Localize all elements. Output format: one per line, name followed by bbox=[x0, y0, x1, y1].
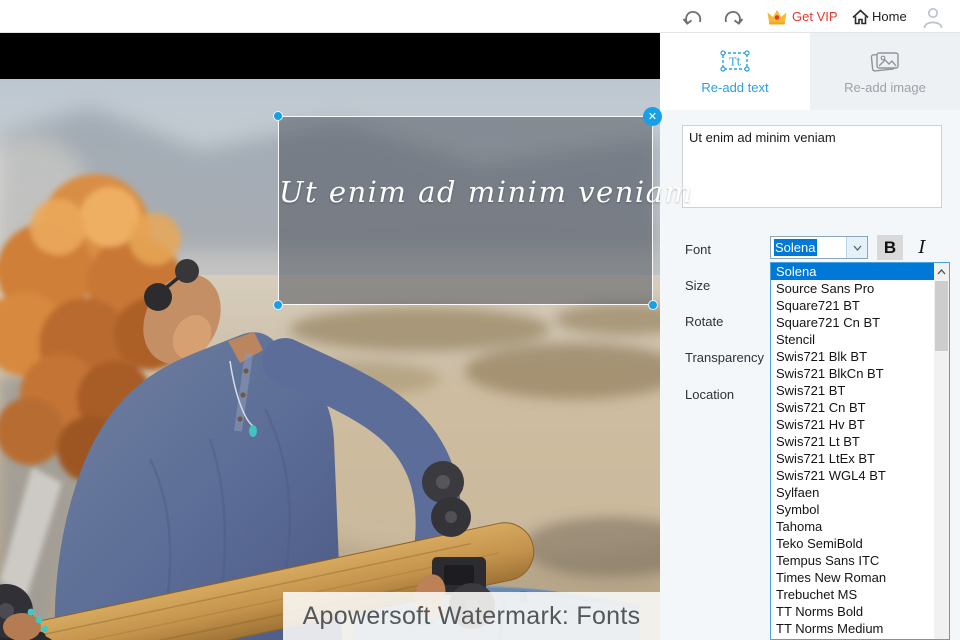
image-watermark-icon bbox=[869, 49, 901, 73]
watermark-close-button[interactable]: ✕ bbox=[643, 107, 662, 126]
tab-readd-text[interactable]: Tt Re-add text bbox=[660, 33, 810, 110]
font-option[interactable]: Trebuchet MS bbox=[771, 586, 934, 603]
font-option[interactable]: Tempus Sans ITC bbox=[771, 552, 934, 569]
font-option[interactable]: Square721 Cn BT bbox=[771, 314, 934, 331]
font-option[interactable]: Sylfaen bbox=[771, 484, 934, 501]
location-label: Location bbox=[685, 387, 735, 402]
font-label: Font bbox=[685, 242, 712, 257]
scroll-up-button[interactable] bbox=[934, 263, 949, 280]
chevron-up-icon bbox=[937, 268, 946, 274]
font-option[interactable]: Tahoma bbox=[771, 518, 934, 535]
redo-button[interactable] bbox=[722, 0, 744, 33]
caption-text: Apowersoft Watermark: Fonts bbox=[302, 601, 641, 630]
font-option[interactable]: Swis721 BT bbox=[771, 382, 934, 399]
caption-bar: Apowersoft Watermark: Fonts bbox=[283, 592, 660, 640]
get-vip-button[interactable]: Get VIP bbox=[766, 0, 838, 33]
font-option[interactable]: Square721 BT bbox=[771, 297, 934, 314]
get-vip-label: Get VIP bbox=[792, 9, 838, 24]
font-option[interactable]: Source Sans Pro bbox=[771, 280, 934, 297]
resize-handle-bottom-left[interactable] bbox=[273, 300, 283, 310]
resize-handle-bottom-right[interactable] bbox=[648, 300, 658, 310]
font-option[interactable]: Swis721 Lt BT bbox=[771, 433, 934, 450]
font-option[interactable]: Swis721 LtEx BT bbox=[771, 450, 934, 467]
chevron-down-icon bbox=[853, 245, 861, 251]
tab-readd-text-label: Re-add text bbox=[701, 79, 769, 95]
transparency-label: Transparency bbox=[685, 350, 764, 365]
top-toolbar: Get VIP Home bbox=[0, 0, 960, 33]
tab-bar: Tt Re-add text Re-add image bbox=[660, 33, 960, 110]
home-label: Home bbox=[872, 9, 907, 24]
watermark-text: Ut enim ad minim veniam bbox=[279, 175, 694, 209]
font-option[interactable]: Swis721 WGL4 BT bbox=[771, 467, 934, 484]
home-icon bbox=[852, 8, 869, 25]
user-icon bbox=[922, 5, 944, 29]
font-combobox-value[interactable]: Solena bbox=[771, 237, 846, 258]
font-combobox-dropdown-button[interactable] bbox=[846, 237, 867, 258]
resize-handle-top-left[interactable] bbox=[273, 111, 283, 121]
redo-icon bbox=[722, 8, 744, 26]
font-option[interactable]: Times New Roman bbox=[771, 569, 934, 586]
font-option[interactable]: Symbol bbox=[771, 501, 934, 518]
font-option[interactable]: Swis721 BlkCn BT bbox=[771, 365, 934, 382]
font-option[interactable]: Swis721 Cn BT bbox=[771, 399, 934, 416]
font-option[interactable]: Teko SemiBold bbox=[771, 535, 934, 552]
tab-readd-image-label: Re-add image bbox=[844, 79, 926, 95]
rotate-label: Rotate bbox=[685, 314, 724, 329]
font-option[interactable]: Stencil bbox=[771, 331, 934, 348]
home-button[interactable]: Home bbox=[852, 0, 907, 33]
scrollbar-thumb[interactable] bbox=[935, 281, 948, 351]
necklace-pendant bbox=[249, 425, 257, 437]
crown-icon bbox=[766, 8, 788, 26]
text-watermark-icon: Tt bbox=[719, 49, 751, 73]
bold-button[interactable]: B bbox=[877, 235, 903, 260]
font-dropdown: Solena Source Sans Pro Square721 BT Square7… bbox=[770, 262, 950, 640]
font-combobox[interactable]: Solena bbox=[770, 236, 868, 259]
font-option[interactable]: Swis721 Blk BT bbox=[771, 348, 934, 365]
tab-readd-image[interactable]: Re-add image bbox=[810, 33, 960, 110]
watermark-text-box[interactable]: Ut enim ad minim veniam ✕ bbox=[273, 107, 694, 310]
app-window: Get VIP Home Apowersoft Watermark: Fonts… bbox=[0, 0, 960, 640]
font-option[interactable]: TT Norms Bold bbox=[771, 603, 934, 620]
font-option[interactable]: TT Norms Medium bbox=[771, 620, 934, 637]
size-label: Size bbox=[685, 278, 711, 293]
settings-panel: Tt Re-add text Re-add image Ut enim ad m… bbox=[660, 33, 960, 640]
watermark-text-input[interactable]: Ut enim ad minim veniam bbox=[682, 125, 942, 208]
font-dropdown-list: Solena Source Sans Pro Square721 BT Square7… bbox=[771, 263, 934, 637]
italic-button[interactable]: I bbox=[909, 235, 935, 260]
undo-icon bbox=[682, 8, 704, 26]
undo-button[interactable] bbox=[682, 0, 704, 33]
account-button[interactable] bbox=[922, 0, 944, 33]
font-list-scrollbar[interactable] bbox=[934, 263, 949, 639]
font-option[interactable]: Solena bbox=[771, 263, 934, 280]
svg-text:Tt: Tt bbox=[729, 55, 741, 68]
font-option[interactable]: Swis721 Hv BT bbox=[771, 416, 934, 433]
